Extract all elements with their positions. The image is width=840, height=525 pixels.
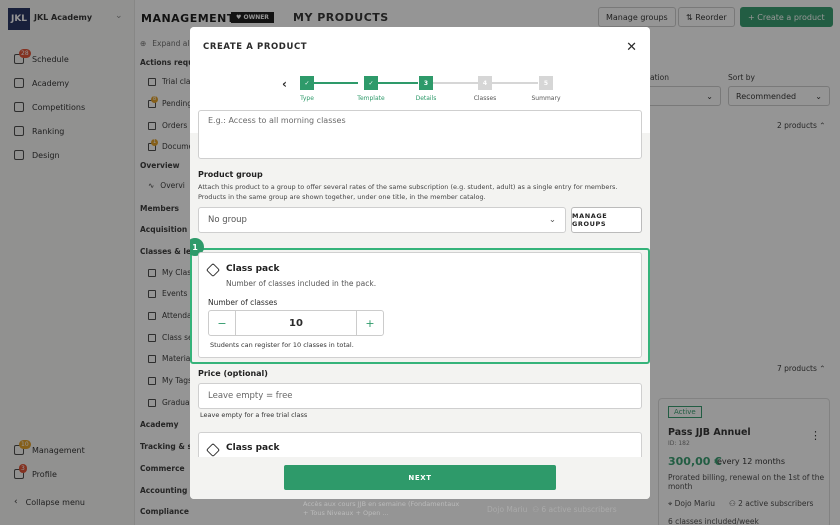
- location-label: Dojo Mariu: [487, 505, 528, 514]
- select-value: No group: [208, 215, 247, 225]
- modal-footer: NEXT: [190, 457, 650, 499]
- step-label-classes: Classes: [473, 95, 497, 102]
- manage-groups-button[interactable]: MANAGE GROUPS: [571, 207, 642, 233]
- chevron-down-icon: ⌄: [548, 215, 556, 225]
- tag-icon: [205, 442, 221, 458]
- app-root: JKL JKL Academy ⌄ 28 Schedule Academy Co…: [0, 0, 840, 525]
- step-connector: [492, 82, 538, 84]
- step-type[interactable]: ✓: [300, 76, 314, 90]
- step-label-type: Type: [300, 95, 314, 102]
- product-group-label: Product group: [198, 170, 263, 179]
- minus-icon[interactable]: −: [209, 311, 235, 335]
- step-label-details: Details: [415, 95, 437, 102]
- step-classes[interactable]: 4: [478, 76, 492, 90]
- step-label-summary: Summary: [531, 95, 561, 102]
- next-button[interactable]: NEXT: [284, 465, 556, 490]
- num-classes-label: Number of classes: [208, 298, 278, 307]
- plus-icon[interactable]: +: [357, 311, 383, 335]
- subscribers-label: 6 active subscribers: [541, 505, 617, 514]
- modal-body: E.g.: Access to all morning classes Prod…: [190, 110, 650, 499]
- quantity-value[interactable]: 10: [235, 311, 357, 335]
- background-card-meta: Dojo Mariu ⚇ 6 active subscribers: [487, 505, 617, 514]
- price-input[interactable]: Leave empty = free: [198, 383, 642, 409]
- pack-note: Students can register for 10 classes in …: [210, 341, 354, 349]
- class-pack-title: Class pack: [226, 264, 280, 274]
- step-summary[interactable]: 5: [539, 76, 553, 90]
- step-label-template: Template: [357, 95, 385, 102]
- class-pack-subtitle: Number of classes included in the pack.: [226, 279, 377, 288]
- product-group-help: Attach this product to a group to offer …: [198, 183, 618, 201]
- product-group-select[interactable]: No group ⌄: [198, 207, 566, 233]
- background-card-text: Accès aux cours JJB en semaine (Fondamen…: [303, 500, 460, 517]
- step-connector: [314, 82, 358, 84]
- back-chevron-icon[interactable]: ‹: [282, 77, 287, 91]
- class-pack-title-2: Class pack: [226, 443, 280, 453]
- step-details[interactable]: 3: [419, 76, 433, 90]
- price-label: Price (optional): [198, 369, 268, 378]
- tag-icon: [205, 262, 221, 278]
- step-connector: [433, 82, 478, 84]
- step-template[interactable]: ✓: [364, 76, 378, 90]
- modal-header: CREATE A PRODUCT ✕: [190, 27, 650, 67]
- modal-title: CREATE A PRODUCT: [203, 42, 308, 52]
- class-pack-card: Class pack Number of classes included in…: [198, 252, 642, 358]
- quantity-stepper[interactable]: − 10 +: [208, 310, 384, 336]
- create-product-modal: CREATE A PRODUCT ✕ ‹ ✓ ✓ 3 4 5 Type Temp…: [190, 27, 650, 499]
- description-textarea[interactable]: E.g.: Access to all morning classes: [198, 110, 642, 159]
- price-help: Leave empty for a free trial class: [200, 411, 308, 419]
- step-connector: [378, 82, 418, 84]
- close-icon[interactable]: ✕: [626, 40, 637, 55]
